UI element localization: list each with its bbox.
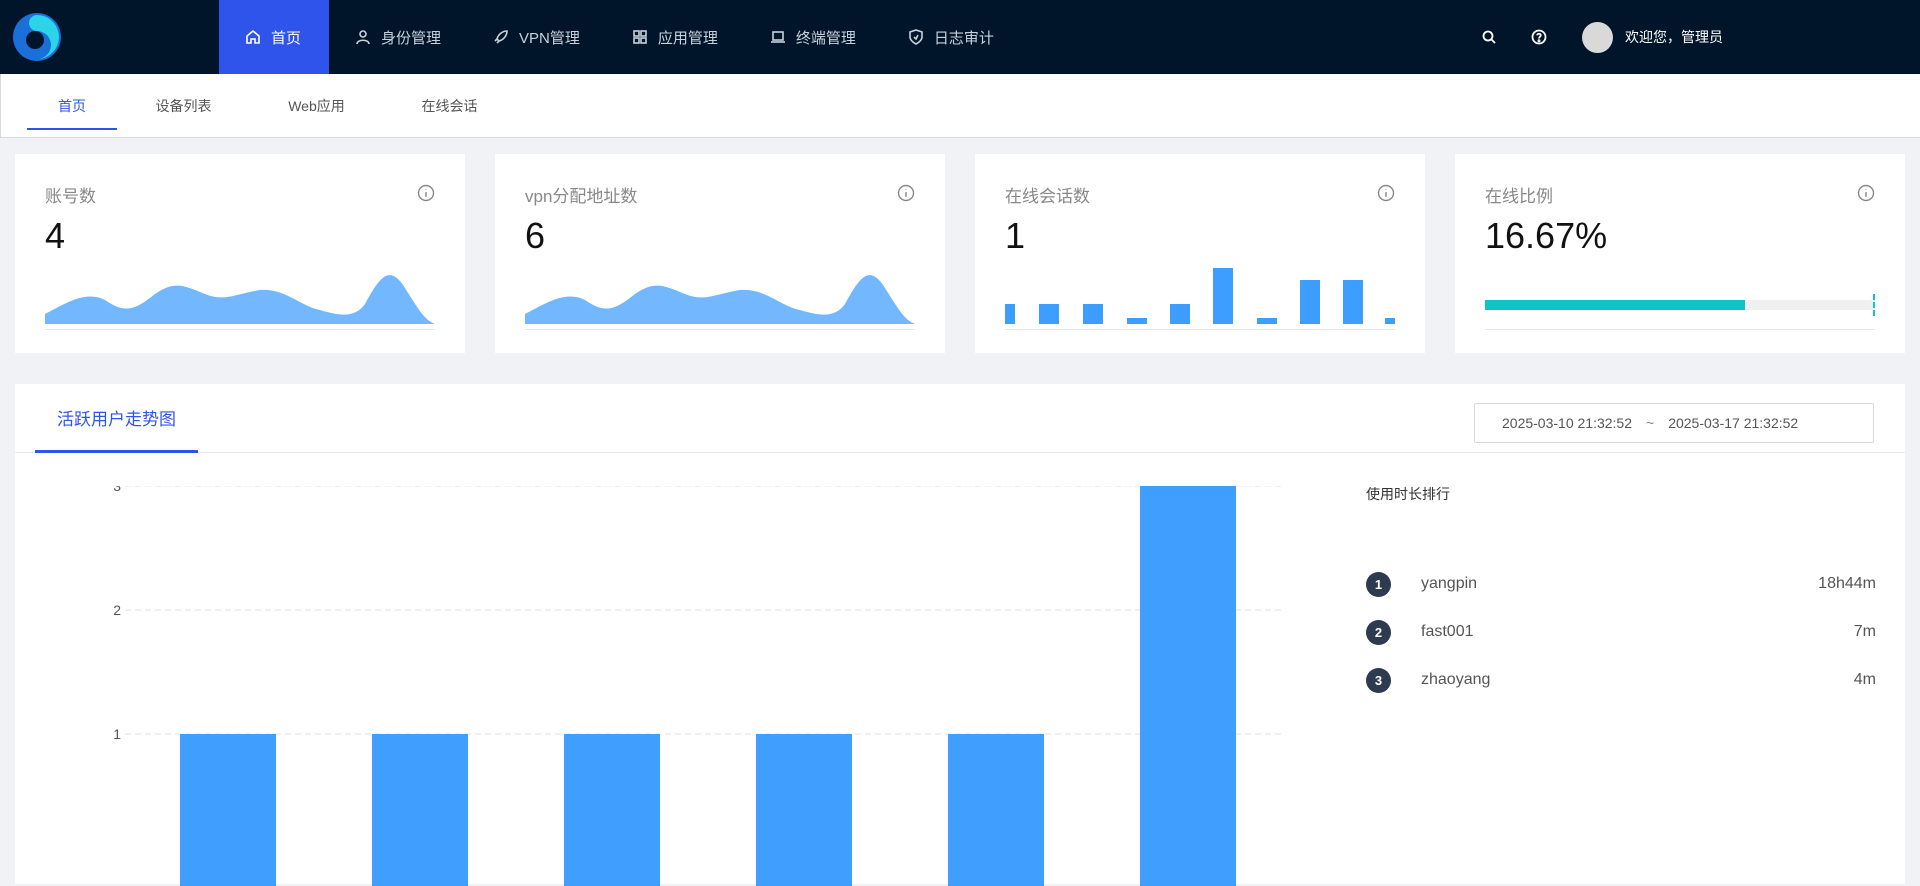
active-users-panel: 活跃用户走势图 2025-03-10 21:32:52 ~ 2025-03-17… [15,384,1905,886]
card-title: 在线会话数 [1005,187,1090,206]
y-tick-label: 3 [113,486,121,494]
rank-username: zhaoyang [1421,671,1491,688]
logo[interactable] [0,0,74,74]
nav-item-label: 终端管理 [795,29,856,47]
date-start[interactable]: 2025-03-10 21:32:52 [1502,415,1632,431]
rank-duration: 18h44m [1818,575,1876,592]
stat-card-online-ratio: 在线比例 16.67% [1455,154,1905,353]
nav-item-label: 首页 [271,29,302,47]
chart-bar[interactable] [372,734,468,886]
nav-item-label: 应用管理 [657,29,718,47]
card-title: 账号数 [45,187,96,206]
rank-badge: 1 [1366,571,1391,597]
list-item[interactable]: 1 yangpin 18h44m [1366,560,1876,608]
date-end[interactable]: 2025-03-17 21:32:52 [1668,415,1798,431]
card-value: 1 [1005,215,1026,256]
info-icon[interactable] [1377,184,1395,202]
avatar [1582,21,1613,53]
home-icon [246,29,260,44]
top-nav-bar: 首页 身份管理 VPN管理 应用管理 终端管理 日志审计 欢迎您，管理员 [0,0,1920,74]
y-tick-label: 1 [113,726,121,742]
nav-item-audit[interactable]: 日志审计 [882,0,1020,74]
nav-item-home[interactable]: 首页 [219,0,329,74]
nav-item-label: VPN管理 [519,29,580,47]
info-icon[interactable] [417,184,435,202]
progress-track [1485,294,1875,316]
main-nav: 首页 身份管理 VPN管理 应用管理 终端管理 日志审计 [219,0,1020,74]
bar-sparkline [1005,268,1395,324]
area-sparkline [525,268,915,324]
search-icon [1482,30,1496,44]
logo-icon [13,13,61,61]
rank-username: yangpin [1421,575,1478,592]
rank-badge: 3 [1366,667,1391,693]
nav-item-apps[interactable]: 应用管理 [606,0,744,74]
search-button[interactable] [1464,0,1514,74]
rank-duration: 7m [1853,623,1876,640]
stat-card-vpn-addresses: vpn分配地址数 6 [495,154,945,353]
chart-bar[interactable] [564,734,660,886]
rank-username: fast001 [1421,623,1474,640]
divider [525,329,915,330]
list-item[interactable]: 2 fast001 7m [1366,608,1876,656]
tab-online-sessions[interactable]: 在线会话 [383,74,516,138]
tab-web-apps[interactable]: Web应用 [250,74,383,138]
rank-duration: 4m [1853,671,1876,688]
date-range-picker[interactable]: 2025-03-10 21:32:52 ~ 2025-03-17 21:32:5… [1474,403,1874,443]
laptop-icon [770,31,785,43]
nav-item-label: 日志审计 [933,29,994,47]
chart-bar[interactable] [948,734,1044,886]
tab-active-user-trend[interactable]: 活跃用户走势图 [35,384,198,453]
list-item[interactable]: 3 zhaoyang 4m [1366,656,1876,704]
area-sparkline [45,268,435,324]
divider [1005,329,1395,330]
progress-fill [1485,300,1745,310]
chart-bar[interactable] [1140,486,1236,886]
tab-device-list[interactable]: 设备列表 [117,74,250,138]
user-menu[interactable]: 欢迎您，管理员 [1582,21,1723,53]
ranking-title: 使用时长排行 [1366,486,1450,502]
card-title: vpn分配地址数 [525,187,638,206]
active-users-bar-chart: 1 2 3 [55,486,1285,886]
help-icon [1531,29,1547,45]
sub-tabs: 首页 设备列表 Web应用 在线会话 [0,74,1920,138]
chart-bar[interactable] [756,734,852,886]
chart-bar[interactable] [180,734,276,886]
divider [1485,329,1875,330]
card-value: 4 [45,215,66,256]
usage-ranking: 使用时长排行 1 yangpin 18h44m 2 fast001 7m 3 z… [1366,484,1876,704]
panel-tabs: 活跃用户走势图 2025-03-10 21:32:52 ~ 2025-03-17… [15,384,1905,453]
divider [45,329,435,330]
date-separator: ~ [1646,415,1655,431]
user-icon [356,30,370,45]
stat-card-accounts: 账号数 4 [15,154,465,353]
nav-right: 欢迎您，管理员 [1464,0,1920,74]
card-value: 16.67% [1485,215,1608,256]
card-title: 在线比例 [1485,187,1553,206]
rank-badge: 2 [1366,619,1391,645]
nav-item-terminals[interactable]: 终端管理 [744,0,882,74]
shield-icon [909,29,923,45]
rocket-icon [494,30,508,44]
welcome-text: 欢迎您，管理员 [1625,29,1723,45]
apps-icon [633,30,647,44]
nav-item-vpn[interactable]: VPN管理 [467,0,606,74]
info-icon[interactable] [897,184,915,202]
nav-item-identity[interactable]: 身份管理 [329,0,467,74]
help-button[interactable] [1514,0,1564,74]
y-tick-label: 2 [113,602,121,618]
progress-target-marker [1873,294,1875,316]
info-icon[interactable] [1857,184,1875,202]
stat-card-online-sessions: 在线会话数 1 [975,154,1425,353]
card-value: 6 [525,215,546,256]
nav-item-label: 身份管理 [381,29,442,47]
tab-home[interactable]: 首页 [27,74,117,138]
